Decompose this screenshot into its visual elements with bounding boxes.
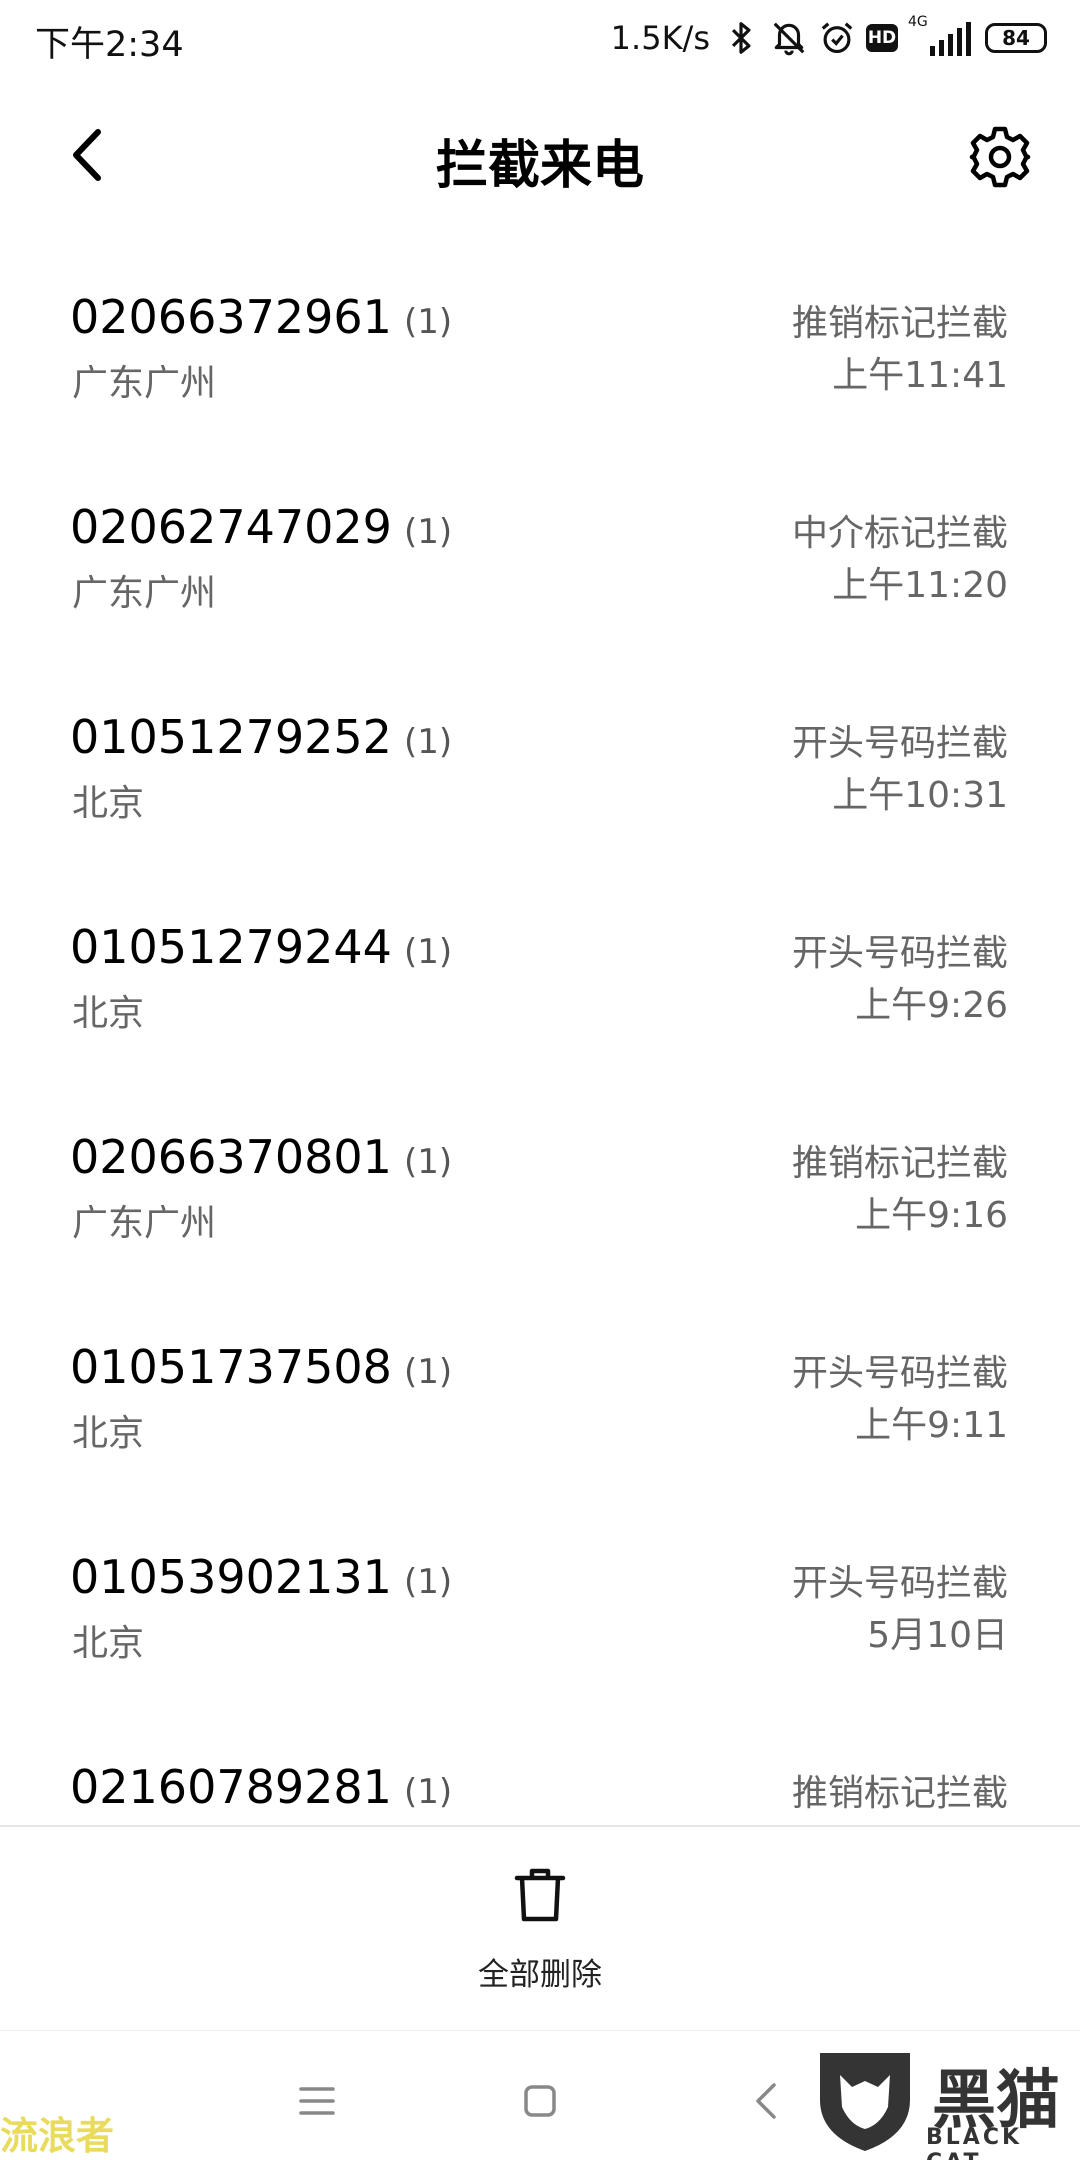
call-row[interactable]: 02066372961 (1) 广东广州 推销标记拦截 上午11:41 bbox=[0, 250, 1080, 460]
call-count: (1) bbox=[403, 512, 453, 552]
delete-all-button[interactable]: 全部删除 bbox=[440, 1867, 640, 2007]
call-time: 上午11:41 bbox=[832, 355, 1008, 396]
signal-bar bbox=[966, 22, 971, 56]
battery-level: 84 bbox=[1002, 26, 1030, 50]
call-row[interactable]: 01051279252 (1) 北京 开头号码拦截 上午10:31 bbox=[0, 670, 1080, 880]
battery-icon: 84 bbox=[985, 23, 1047, 53]
recent-apps-button[interactable] bbox=[287, 2071, 347, 2131]
delete-all-label: 全部删除 bbox=[478, 1957, 602, 1993]
phone-number-text: 01051737508 bbox=[70, 1340, 392, 1394]
call-count: (1) bbox=[403, 1142, 453, 1182]
hd-icon: HD bbox=[866, 24, 898, 52]
call-time: 上午9:11 bbox=[855, 1405, 1008, 1446]
call-row[interactable]: 01053902131 (1) 北京 开头号码拦截 5月10日 bbox=[0, 1510, 1080, 1720]
call-count: (1) bbox=[403, 1562, 453, 1602]
phone-number-text: 02160789281 bbox=[70, 1760, 392, 1814]
trash-icon bbox=[514, 1868, 566, 1922]
page-title: 拦截来电 bbox=[435, 136, 644, 196]
gear-icon bbox=[969, 126, 1031, 188]
call-location: 广东广州 bbox=[72, 363, 217, 404]
status-icons: 1.5K/s HD 4G 84 bbox=[611, 14, 1047, 62]
block-reason: 推销标记拦截 bbox=[791, 1773, 1008, 1814]
phone-number: 02062747029 (1) bbox=[70, 500, 452, 554]
block-reason: 开头号码拦截 bbox=[791, 933, 1008, 974]
phone-number: 01051279244 (1) bbox=[70, 920, 452, 974]
phone-number: 02066372961 (1) bbox=[70, 290, 452, 344]
call-count: (1) bbox=[403, 1772, 453, 1812]
bluetooth-icon bbox=[731, 22, 751, 54]
call-row[interactable]: 02066370801 (1) 广东广州 推销标记拦截 上午9:16 bbox=[0, 1090, 1080, 1300]
call-location: 北京 bbox=[72, 1413, 145, 1454]
signal-bar bbox=[939, 40, 944, 56]
screen: 下午2:34 1.5K/s HD 4G 84 拦截来电 02066372961 … bbox=[0, 0, 1080, 2160]
block-reason: 开头号码拦截 bbox=[791, 723, 1008, 764]
network-speed: 1.5K/s bbox=[610, 19, 710, 57]
nav-back-button[interactable] bbox=[738, 2071, 798, 2131]
call-count: (1) bbox=[403, 1352, 453, 1392]
phone-number: 02160789281 (1) bbox=[70, 1760, 452, 1814]
network-type: 4G bbox=[908, 14, 928, 30]
signal-icon: 4G bbox=[908, 14, 971, 56]
watermark-logo-sub: BLACK CAT bbox=[926, 2125, 1023, 2160]
call-location: 广东广州 bbox=[72, 1203, 217, 1244]
phone-number: 02066370801 (1) bbox=[70, 1130, 452, 1184]
call-location: 北京 bbox=[72, 993, 145, 1034]
call-time: 上午11:20 bbox=[832, 565, 1008, 606]
bottom-action-bar: 全部删除 bbox=[0, 1825, 1080, 2032]
phone-number-text: 02066370801 bbox=[70, 1130, 392, 1184]
cat-shield-icon bbox=[820, 2053, 910, 2151]
call-location: 北京 bbox=[72, 783, 145, 824]
menu-icon bbox=[299, 2087, 335, 2115]
status-time: 下午2:34 bbox=[35, 25, 184, 65]
hd-label: HD bbox=[867, 28, 897, 48]
phone-number: 01051737508 (1) bbox=[70, 1340, 452, 1394]
call-location: 北京 bbox=[72, 1623, 145, 1664]
phone-number-text: 01051279244 bbox=[70, 920, 392, 974]
call-row[interactable]: 01051279244 (1) 北京 开头号码拦截 上午9:26 bbox=[0, 880, 1080, 1090]
call-time: 5月10日 bbox=[867, 1615, 1008, 1656]
phone-number-text: 01053902131 bbox=[70, 1550, 392, 1604]
phone-number-text: 01051279252 bbox=[70, 710, 392, 764]
status-bar: 下午2:34 1.5K/s HD 4G 84 bbox=[0, 0, 1080, 75]
home-square-icon bbox=[524, 2085, 556, 2117]
call-row[interactable]: 02062747029 (1) 广东广州 中介标记拦截 上午11:20 bbox=[0, 460, 1080, 670]
block-reason: 开头号码拦截 bbox=[791, 1563, 1008, 1604]
blackcat-watermark: 黑猫 BLACK CAT bbox=[810, 2045, 1070, 2160]
block-reason: 中介标记拦截 bbox=[791, 513, 1008, 554]
blocked-call-list[interactable]: 02066372961 (1) 广东广州 推销标记拦截 上午11:41 02062… bbox=[0, 250, 1080, 1825]
block-reason: 开头号码拦截 bbox=[791, 1353, 1008, 1394]
call-count: (1) bbox=[403, 302, 453, 342]
settings-button[interactable] bbox=[968, 125, 1032, 189]
call-time: 上午9:16 bbox=[855, 1195, 1008, 1236]
home-button[interactable] bbox=[510, 2071, 570, 2131]
call-time: 上午10:31 bbox=[832, 775, 1008, 816]
signal-bar bbox=[957, 28, 962, 56]
call-count: (1) bbox=[403, 932, 453, 972]
signal-bar bbox=[948, 34, 953, 56]
call-count: (1) bbox=[403, 722, 453, 762]
title-bar: 拦截来电 bbox=[0, 75, 1080, 235]
signal-bar bbox=[930, 46, 935, 56]
watermark-left: 流浪者 bbox=[0, 2114, 115, 2158]
call-time: 上午9:26 bbox=[855, 985, 1008, 1026]
phone-number: 01051279252 (1) bbox=[70, 710, 452, 764]
alarm-icon bbox=[821, 22, 853, 54]
phone-number: 01053902131 (1) bbox=[70, 1550, 452, 1604]
phone-number-text: 02066372961 bbox=[70, 290, 392, 344]
back-chevron-icon bbox=[756, 2083, 776, 2119]
call-row[interactable]: 02160789281 (1) 推销标记拦截 bbox=[0, 1720, 1080, 1825]
mute-bell-icon bbox=[773, 22, 805, 56]
phone-number-text: 02062747029 bbox=[70, 500, 392, 554]
call-location: 广东广州 bbox=[72, 573, 217, 614]
block-reason: 推销标记拦截 bbox=[791, 303, 1008, 344]
call-row[interactable]: 01051737508 (1) 北京 开头号码拦截 上午9:11 bbox=[0, 1300, 1080, 1510]
block-reason: 推销标记拦截 bbox=[791, 1143, 1008, 1184]
